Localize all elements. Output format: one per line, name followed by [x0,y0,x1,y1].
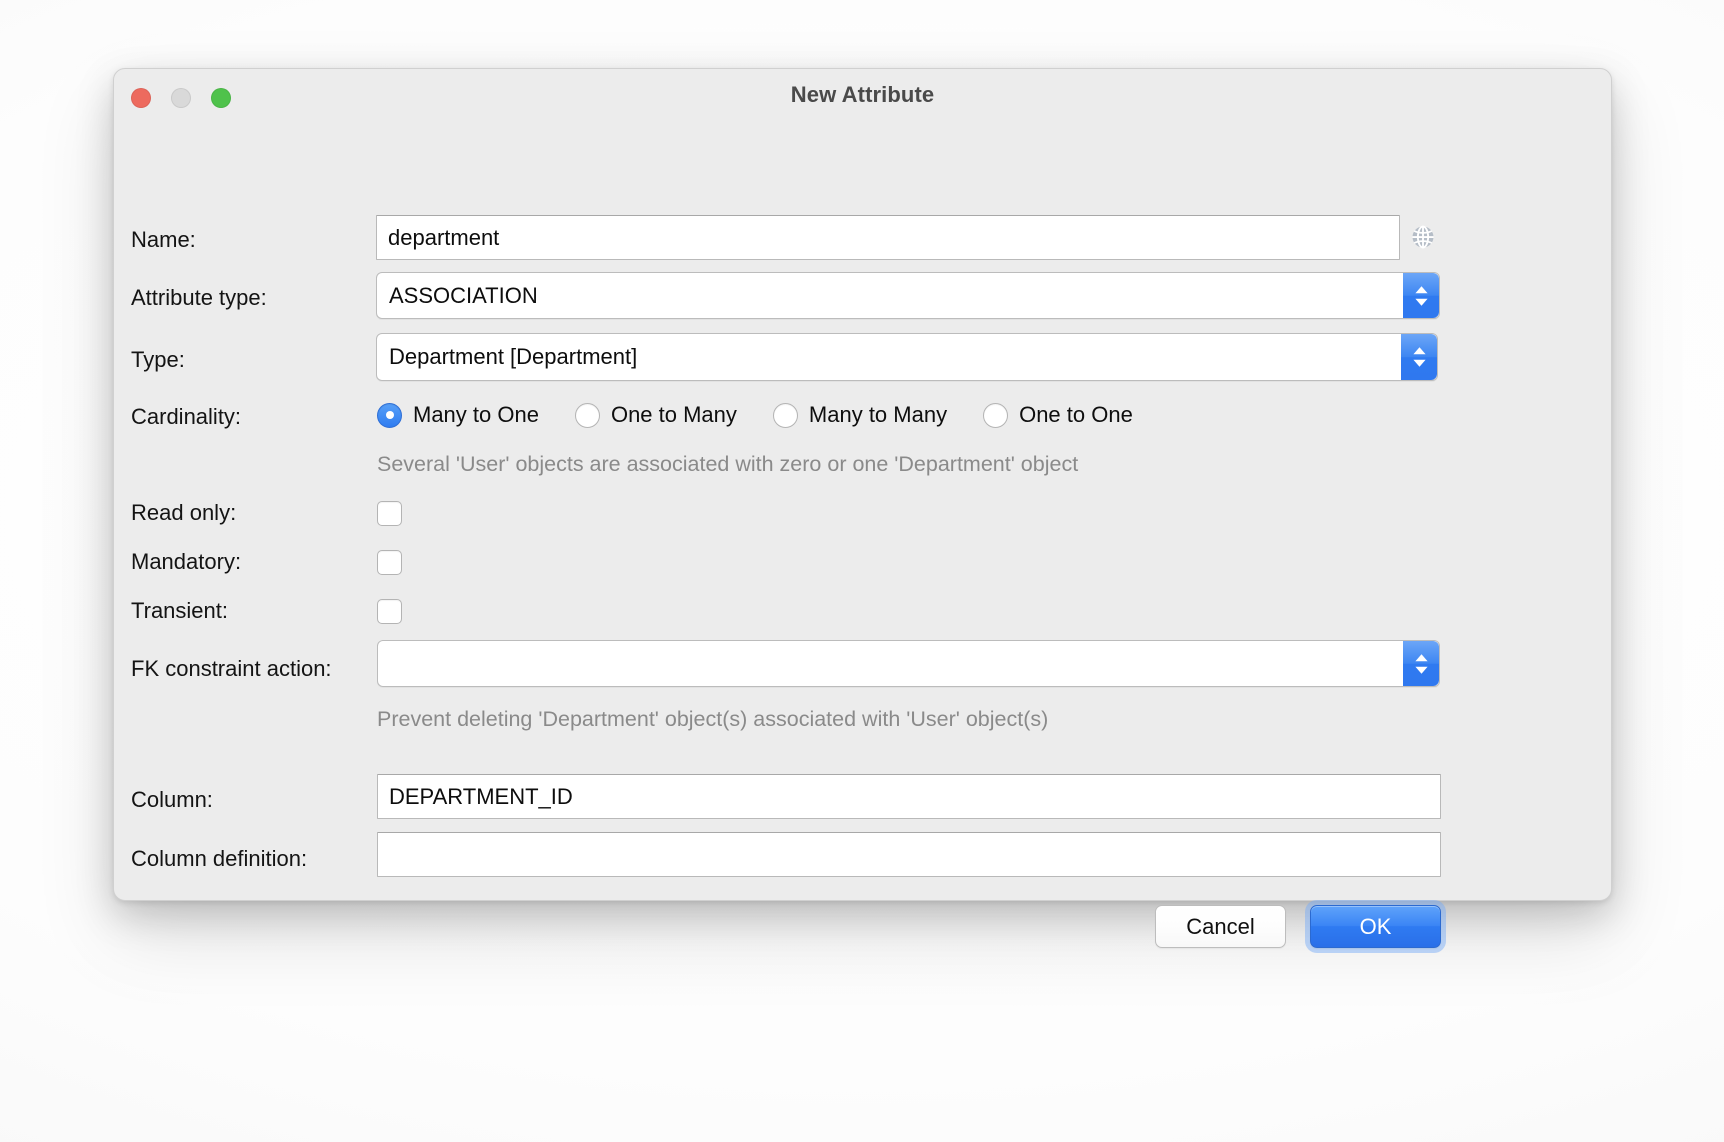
attribute-type-stepper[interactable] [1403,273,1439,318]
read-only-checkbox[interactable] [377,501,402,526]
column-label: Column: [131,787,213,813]
cardinality-radio-group: Many to One One to Many Many to Many One… [377,402,1169,428]
ok-button[interactable]: OK [1310,905,1441,948]
transient-label: Transient: [131,598,228,624]
cardinality-option-many-to-one[interactable]: Many to One [377,402,539,428]
column-definition-input[interactable] [377,832,1441,877]
fk-constraint-action-label: FK constraint action: [131,656,332,682]
attribute-type-label: Attribute type: [131,285,267,311]
mandatory-label: Mandatory: [131,549,241,575]
fk-constraint-action-hint: Prevent deleting 'Department' object(s) … [377,707,1048,732]
read-only-label: Read only: [131,500,236,526]
globe-icon[interactable] [1408,222,1438,257]
attribute-type-value: ASSOCIATION [389,283,538,309]
radio-indicator[interactable] [377,403,402,428]
cardinality-option-many-to-many[interactable]: Many to Many [773,402,947,428]
fk-constraint-action-select[interactable] [377,640,1440,687]
column-input[interactable]: DEPARTMENT_ID [377,774,1441,819]
mandatory-checkbox[interactable] [377,550,402,575]
transient-checkbox[interactable] [377,599,402,624]
dialog-body: Name: department Attribute type: ASSOCIA… [114,127,1611,902]
window-title: New Attribute [114,82,1611,108]
cardinality-option-label: Many to Many [809,402,947,428]
type-stepper[interactable] [1401,334,1437,380]
cancel-button[interactable]: Cancel [1155,905,1286,948]
radio-indicator[interactable] [983,403,1008,428]
attribute-type-select[interactable]: ASSOCIATION [376,272,1440,319]
cardinality-option-label: One to Many [611,402,737,428]
cardinality-option-one-to-many[interactable]: One to Many [575,402,737,428]
cardinality-option-label: One to One [1019,402,1133,428]
fk-constraint-action-stepper[interactable] [1403,641,1439,686]
radio-indicator[interactable] [575,403,600,428]
radio-indicator[interactable] [773,403,798,428]
title-bar: New Attribute [114,69,1611,127]
type-value: Department [Department] [389,344,637,370]
cardinality-hint: Several 'User' objects are associated wi… [377,452,1078,477]
name-input[interactable]: department [376,215,1400,260]
type-label: Type: [131,347,185,373]
cardinality-label: Cardinality: [131,404,241,430]
cardinality-option-one-to-one[interactable]: One to One [983,402,1133,428]
type-select[interactable]: Department [Department] [376,333,1438,381]
new-attribute-dialog: New Attribute Name: department Attribute… [113,68,1612,901]
cardinality-option-label: Many to One [413,402,539,428]
name-label: Name: [131,227,196,253]
column-definition-label: Column definition: [131,846,307,872]
